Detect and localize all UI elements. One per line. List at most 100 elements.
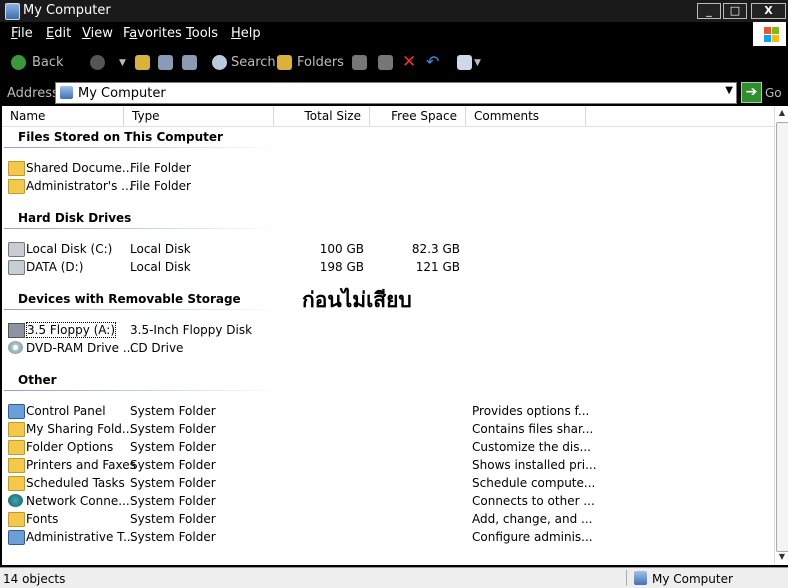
list-item[interactable]: Shared Docume... File Folder xyxy=(2,159,774,177)
scroll-thumb[interactable] xyxy=(776,122,788,552)
column-free-space[interactable]: Free Space xyxy=(370,106,466,126)
fonts-folder-icon xyxy=(8,512,25,527)
scroll-down-icon[interactable]: ▼ xyxy=(776,552,788,564)
go-arrow-icon[interactable]: ➔ xyxy=(741,82,762,103)
move-to-icon[interactable] xyxy=(158,55,173,70)
hard-disk-icon xyxy=(8,260,25,275)
list-item[interactable]: Printers and Faxes System Folder Shows i… xyxy=(2,456,774,474)
list-item[interactable]: Folder Options System Folder Customize t… xyxy=(2,438,774,456)
item-name: 3.5 Floppy (A:) xyxy=(26,322,117,338)
folders-icon[interactable] xyxy=(277,55,292,70)
list-item[interactable]: Administrative T... System Folder Config… xyxy=(2,528,774,546)
object-count: 14 objects xyxy=(3,572,66,586)
close-button[interactable]: X xyxy=(751,3,786,19)
item-type: File Folder xyxy=(130,179,191,193)
item-comment: Connects to other ... xyxy=(472,494,595,508)
item-type: System Folder xyxy=(130,422,216,436)
group-divider xyxy=(4,390,280,391)
folder-icon xyxy=(8,161,25,176)
item-name: Administrator's ... xyxy=(26,179,133,193)
item-name: Network Conne... xyxy=(26,494,130,508)
forward-dropdown-icon[interactable]: ▼ xyxy=(119,58,126,68)
admin-tools-icon xyxy=(8,530,25,545)
item-comment: Contains files shar... xyxy=(472,422,594,436)
network-icon xyxy=(8,494,23,507)
views-dropdown-icon[interactable]: ▼ xyxy=(474,58,481,68)
window-title: My Computer xyxy=(23,3,111,18)
list-item[interactable]: DATA (D:) Local Disk 198 GB 121 GB xyxy=(2,258,774,276)
scroll-up-icon[interactable]: ▲ xyxy=(776,108,788,120)
views-icon[interactable] xyxy=(457,55,472,70)
back-arrow-icon[interactable] xyxy=(11,55,26,70)
menu-file[interactable]: File xyxy=(11,26,33,41)
copy-icon[interactable] xyxy=(378,55,393,70)
item-name: DATA (D:) xyxy=(26,260,84,274)
back-button[interactable]: Back xyxy=(32,55,64,70)
address-bar: Address My Computer ▼ xyxy=(0,80,788,106)
list-item[interactable]: Fonts System Folder Add, change, and ... xyxy=(2,510,774,528)
menu-favorites[interactable]: Favorites xyxy=(123,26,182,41)
item-type: Local Disk xyxy=(130,242,191,256)
group-files-stored: Files Stored on This Computer xyxy=(18,130,223,144)
address-value[interactable]: My Computer xyxy=(78,86,166,101)
item-type: System Folder xyxy=(130,440,216,454)
address-dropdown-icon[interactable]: ▼ xyxy=(725,85,733,96)
item-name: Folder Options xyxy=(26,440,114,454)
delete-icon[interactable]: ✕ xyxy=(402,52,416,72)
list-item[interactable]: 3.5 Floppy (A:) 3.5-Inch Floppy Disk xyxy=(2,321,774,339)
item-type: 3.5-Inch Floppy Disk xyxy=(130,323,253,337)
item-comment: Schedule compute... xyxy=(472,476,596,490)
vertical-scrollbar[interactable]: ▲ ▼ xyxy=(774,106,788,565)
toolbar: Back ▼ Search Folders ✕ ↶ ▼ xyxy=(0,46,788,80)
hard-disk-icon xyxy=(8,242,25,257)
status-bar: 14 objects My Computer xyxy=(0,567,788,588)
column-total-size[interactable]: Total Size xyxy=(274,106,370,126)
item-type: System Folder xyxy=(130,476,216,490)
column-comments[interactable]: Comments xyxy=(466,106,586,126)
list-item[interactable]: Control Panel System Folder Provides opt… xyxy=(2,402,774,420)
list-item[interactable]: My Sharing Fold... System Folder Contain… xyxy=(2,420,774,438)
menu-help[interactable]: Help xyxy=(231,26,261,41)
item-type: System Folder xyxy=(130,404,216,418)
control-panel-icon xyxy=(8,404,25,419)
list-item[interactable]: Local Disk (C:) Local Disk 100 GB 82.3 G… xyxy=(2,240,774,258)
menu-view[interactable]: View xyxy=(82,26,113,41)
item-name: Control Panel xyxy=(26,404,106,418)
minimize-button[interactable]: _ xyxy=(697,3,721,19)
status-location: My Computer xyxy=(652,572,733,586)
search-button[interactable]: Search xyxy=(231,55,276,70)
up-folder-icon[interactable] xyxy=(135,55,150,70)
my-computer-icon xyxy=(634,571,647,585)
forward-arrow-icon[interactable] xyxy=(90,55,105,70)
item-type: System Folder xyxy=(130,494,216,508)
list-item[interactable]: Network Conne... System Folder Connects … xyxy=(2,492,774,510)
group-hard-disk-drives: Hard Disk Drives xyxy=(18,211,132,225)
folders-button[interactable]: Folders xyxy=(297,55,344,70)
item-total-size: 198 GB xyxy=(319,260,364,274)
dvd-drive-icon xyxy=(8,341,23,354)
list-item[interactable]: DVD-RAM Drive ... CD Drive xyxy=(2,339,774,357)
move-icon[interactable] xyxy=(352,55,367,70)
column-name[interactable]: Name xyxy=(2,106,124,126)
item-type: File Folder xyxy=(130,161,191,175)
menu-edit[interactable]: Edit xyxy=(46,26,71,41)
item-comment: Provides options f... xyxy=(472,404,590,418)
group-divider xyxy=(4,228,280,229)
menu-tools[interactable]: Tools xyxy=(186,26,218,41)
copy-to-icon[interactable] xyxy=(182,55,197,70)
column-type[interactable]: Type xyxy=(124,106,274,126)
item-total-size: 100 GB xyxy=(319,242,364,256)
maximize-button[interactable]: □ xyxy=(723,3,747,19)
go-button[interactable]: Go xyxy=(765,86,782,100)
item-comment: Add, change, and ... xyxy=(472,512,593,526)
folder-icon xyxy=(8,179,25,194)
undo-icon[interactable]: ↶ xyxy=(426,52,439,71)
title-bar: My Computer _ □ X xyxy=(0,0,788,22)
list-item[interactable]: Scheduled Tasks System Folder Schedule c… xyxy=(2,474,774,492)
search-icon[interactable] xyxy=(212,55,227,70)
group-divider xyxy=(4,147,280,148)
item-name: DVD-RAM Drive ... xyxy=(26,341,135,355)
menu-bar: File Edit View Favorites Tools Help xyxy=(0,22,788,46)
list-item[interactable]: Administrator's ... File Folder xyxy=(2,177,774,195)
address-input[interactable]: My Computer ▼ xyxy=(55,82,737,104)
